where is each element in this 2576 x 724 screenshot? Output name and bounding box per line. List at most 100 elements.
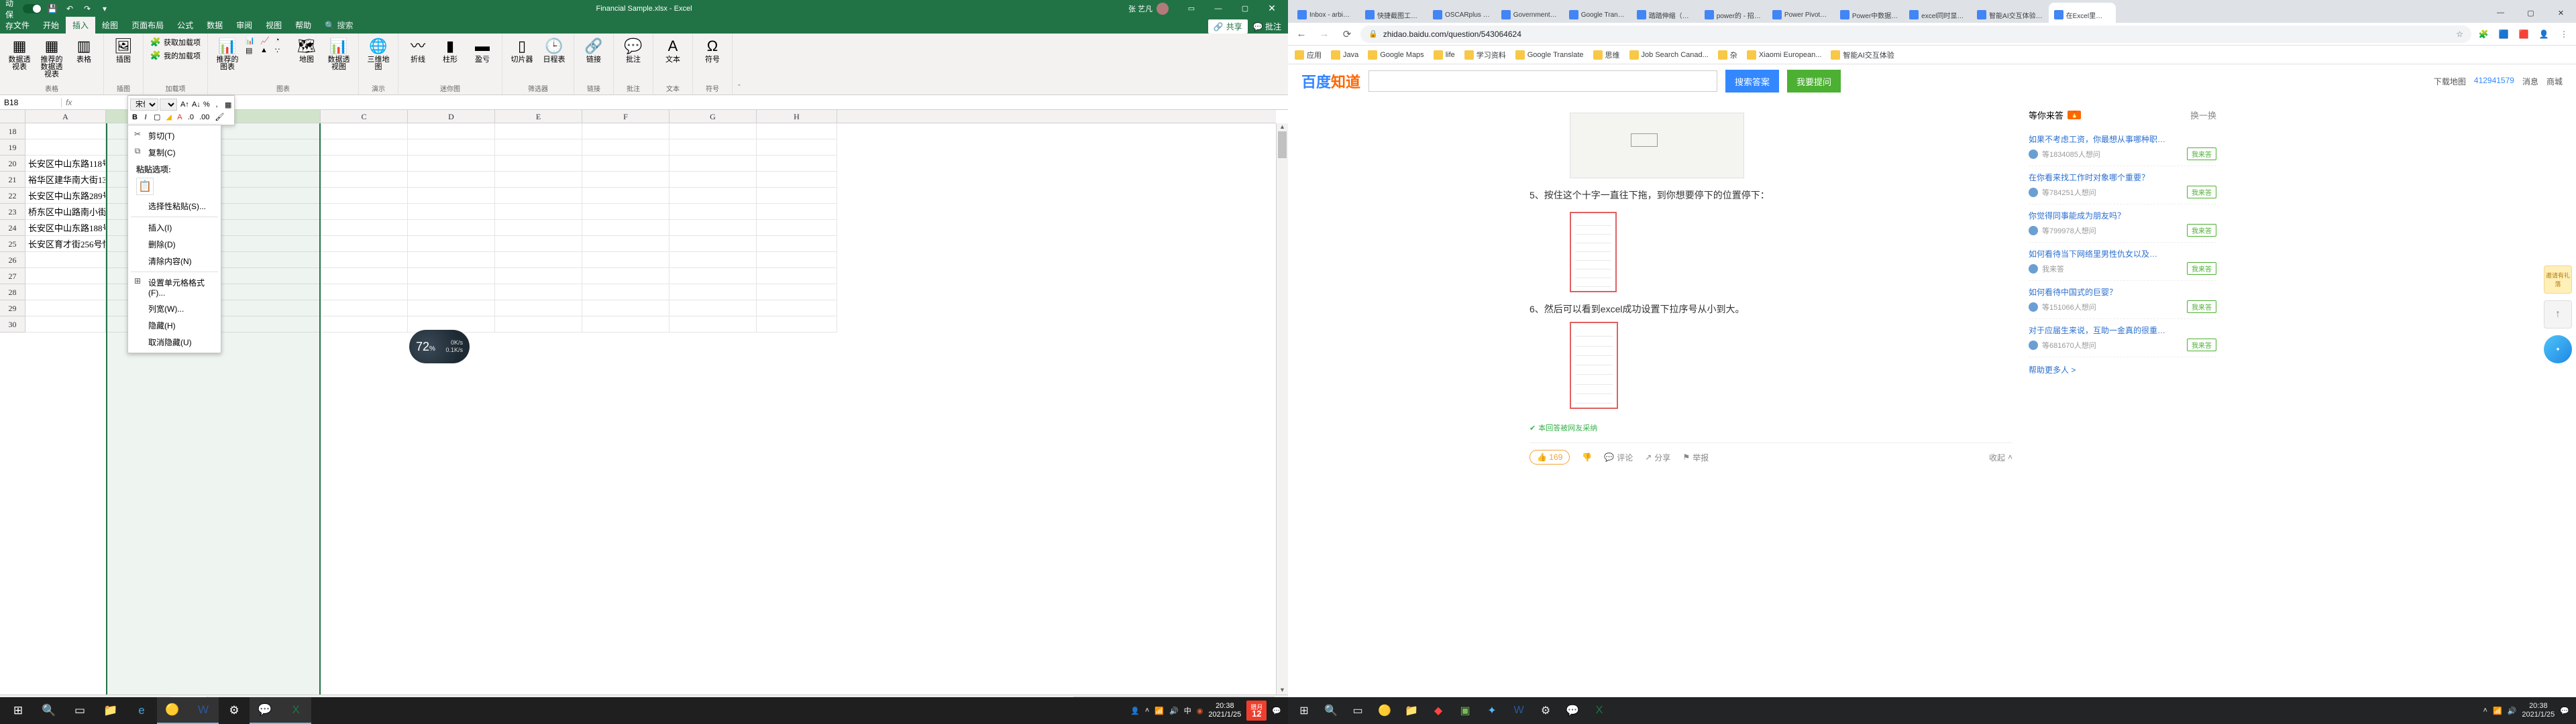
collapse-ribbon-icon[interactable]: ˇ (733, 34, 746, 95)
related-question-0[interactable]: 如果不考虑工资，你最想从事哪种职…等1834085人想问我来答 (2029, 128, 2216, 166)
explorer-button[interactable]: 📁 (95, 697, 126, 724)
mini-font-select[interactable]: 宋体 (130, 99, 158, 111)
bookmark-9[interactable]: Xiaomi European... (1747, 50, 1822, 60)
word-button[interactable]: W (188, 697, 219, 724)
cell-D20[interactable] (408, 156, 495, 172)
row-header-21[interactable]: 21 (0, 172, 25, 188)
baidu-zhidao-logo[interactable]: 百度知道 (1301, 70, 1360, 92)
chrome-button-r[interactable]: 🟡 (1371, 697, 1398, 724)
cm-paste-button[interactable]: 📋 (136, 178, 154, 195)
invite-widget[interactable]: 邀请有礼落 (2544, 265, 2572, 294)
edge-button[interactable]: e (126, 697, 157, 724)
row-header-28[interactable]: 28 (0, 284, 25, 300)
cell-C22[interactable] (321, 188, 408, 204)
bookmark-10[interactable]: 智能AI交互体验 (1831, 50, 1894, 60)
qat-customize-icon[interactable]: ▾ (98, 2, 111, 15)
cell-C20[interactable] (321, 156, 408, 172)
mini-font-color-icon[interactable]: A (175, 113, 184, 122)
browser-tab-4[interactable]: Google Tran… (1564, 3, 1631, 23)
cell-F29[interactable] (582, 300, 669, 316)
scroll-down-icon[interactable]: ▼ (1277, 686, 1288, 695)
row-header-23[interactable]: 23 (0, 204, 25, 220)
cell-E23[interactable] (495, 204, 582, 220)
ext-1-icon[interactable]: 🧩 (2475, 29, 2491, 39)
cell-G22[interactable] (669, 188, 757, 204)
col-header-C[interactable]: C (321, 110, 408, 123)
line-chart-icon[interactable]: 📈 (260, 36, 274, 45)
wechat-button-r[interactable]: 💬 (1559, 697, 1586, 724)
sparkline-column-button[interactable]: ▮柱形 (436, 36, 464, 64)
network-monitor-widget[interactable]: 72% 0K/s0.1K/s (409, 330, 470, 363)
cell-H26[interactable] (757, 252, 837, 268)
cm-cut[interactable]: ✂剪切(T) (128, 127, 221, 144)
select-all-corner[interactable] (0, 110, 25, 123)
cell-C27[interactable] (321, 268, 408, 284)
app2-button-r[interactable]: ▣ (1452, 697, 1479, 724)
text-button[interactable]: A文本 (659, 36, 687, 64)
related-question-2[interactable]: 你觉得同事能成为朋友吗？等799978人想问我来答 (2029, 204, 2216, 243)
bookmark-7[interactable]: Job Search Canad... (1629, 50, 1709, 60)
browser-tab-3[interactable]: Government… (1496, 3, 1563, 23)
related-question-5[interactable]: 对于应届生来说，互助一金真的很重…等681670人想问我来答 (2029, 319, 2216, 357)
slicer-button[interactable]: ▯切片器 (508, 36, 536, 64)
bookmark-8[interactable]: 杂 (1718, 50, 1737, 60)
cell-F26[interactable] (582, 252, 669, 268)
cell-E25[interactable] (495, 236, 582, 252)
settings-button[interactable]: ⚙ (219, 697, 250, 724)
bookmark-2[interactable]: Google Maps (1368, 50, 1424, 60)
cell-C23[interactable] (321, 204, 408, 220)
wechat-button[interactable]: 💬 (250, 697, 280, 724)
symbol-button[interactable]: Ω符号 (698, 36, 727, 64)
chart-type-gallery[interactable]: 📊📈◔ ▤▲∵ (246, 36, 288, 55)
cell-A28[interactable] (25, 284, 106, 300)
mini-format-painter-icon[interactable]: 🖌 (213, 112, 226, 122)
tab-draw[interactable]: 绘图 (95, 17, 125, 34)
cell-A24[interactable]: 长安区中山东路188号 (25, 220, 106, 236)
mini-dec-decimal-icon[interactable]: .0 (186, 113, 196, 122)
cell-H23[interactable] (757, 204, 837, 220)
mini-border-icon[interactable]: ▢ (152, 112, 162, 122)
tab-pagelayout[interactable]: 页面布局 (125, 17, 170, 34)
cell-F28[interactable] (582, 284, 669, 300)
answer-button[interactable]: 我来答 (2187, 186, 2216, 198)
row-header-30[interactable]: 30 (0, 316, 25, 333)
cell-F19[interactable] (582, 139, 669, 156)
back-to-top-button[interactable]: ↑ (2544, 300, 2572, 328)
cell-C18[interactable] (321, 123, 408, 139)
row-header-25[interactable]: 25 (0, 236, 25, 252)
cell-A22[interactable]: 长安区中山东路289号 (25, 188, 106, 204)
cell-D25[interactable] (408, 236, 495, 252)
pivotchart-button[interactable]: 📊数据透视图 (325, 36, 353, 71)
cell-A25[interactable]: 长安区育才街256号怀特 (25, 236, 106, 252)
app3-button-r[interactable]: ✦ (1479, 697, 1505, 724)
cell-G29[interactable] (669, 300, 757, 316)
cell-E18[interactable] (495, 123, 582, 139)
cell-F30[interactable] (582, 316, 669, 333)
task-view-button[interactable]: ▭ (64, 697, 95, 724)
cm-paste-special[interactable]: 选择性粘贴(S)... (128, 198, 221, 215)
browser-tab-11[interactable]: 在Excel里… (2049, 3, 2116, 23)
cell-H25[interactable] (757, 236, 837, 252)
chrome-maximize-icon[interactable]: ▢ (2516, 3, 2546, 23)
cell-H21[interactable] (757, 172, 837, 188)
baidu-ask-button[interactable]: 我要提问 (1787, 70, 1841, 93)
cell-G18[interactable] (669, 123, 757, 139)
cell-D19[interactable] (408, 139, 495, 156)
cell-E26[interactable] (495, 252, 582, 268)
baidu-link-msg[interactable]: 消息 (2522, 76, 2538, 87)
start-button-r[interactable]: ⊞ (1291, 697, 1318, 724)
mini-fill-icon[interactable]: ◢ (164, 112, 173, 122)
cell-F20[interactable] (582, 156, 669, 172)
browser-tab-2[interactable]: OSCARplus … (1428, 3, 1495, 23)
cell-A21[interactable]: 裕华区建华南大街136号 (25, 172, 106, 188)
row-header-20[interactable]: 20 (0, 156, 25, 172)
explorer-button-r[interactable]: 📁 (1398, 697, 1425, 724)
cell-F27[interactable] (582, 268, 669, 284)
cell-H29[interactable] (757, 300, 837, 316)
autosave-toggle[interactable]: 自动保存 (5, 2, 19, 15)
col-header-E[interactable]: E (495, 110, 582, 123)
cell-A30[interactable] (25, 316, 106, 333)
col-header-D[interactable]: D (408, 110, 495, 123)
tab-data[interactable]: 数据 (200, 17, 229, 34)
cm-delete[interactable]: 删除(D) (128, 236, 221, 253)
